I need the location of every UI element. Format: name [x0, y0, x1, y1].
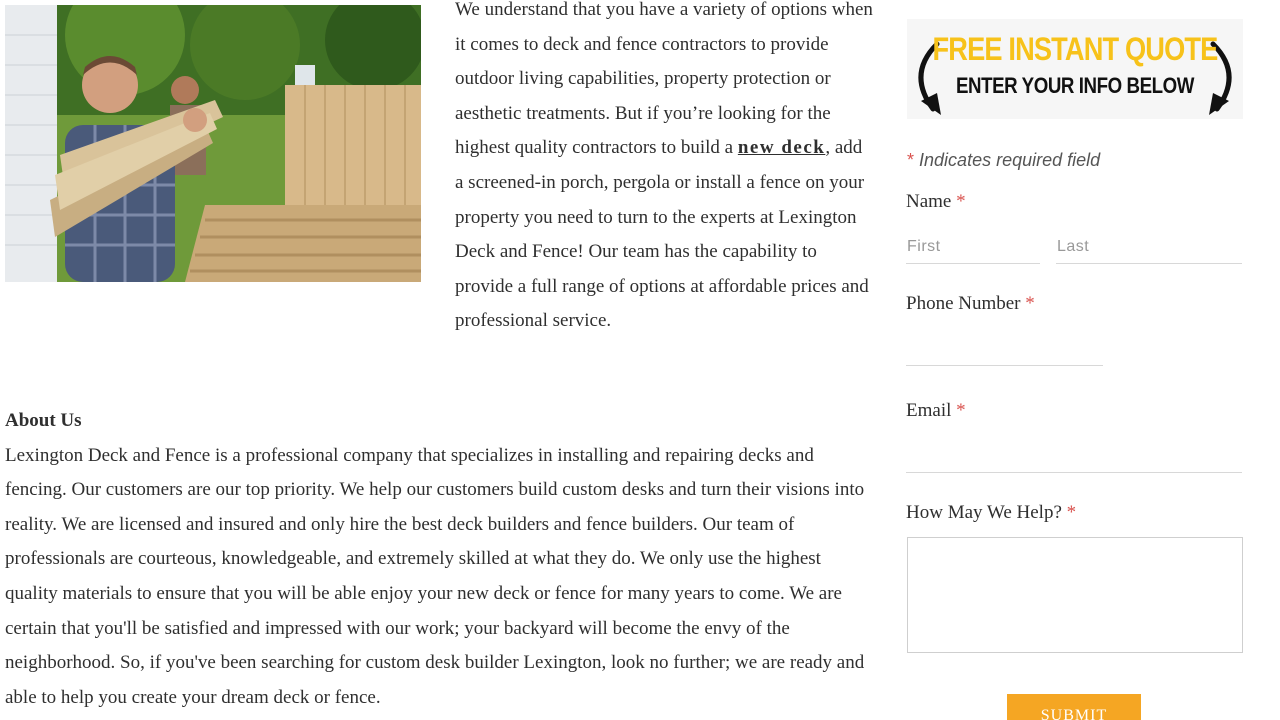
phone-label-text: Phone Number: [906, 293, 1021, 314]
required-star: *: [1025, 293, 1035, 314]
submit-button[interactable]: SUBMIT: [1007, 694, 1141, 720]
first-name-input[interactable]: [906, 231, 1040, 264]
name-label: Name *: [906, 191, 966, 213]
banner-subtitle: ENTER YOUR INFO BELOW: [956, 73, 1194, 98]
intro-text-before: We understand that you have a variety of…: [455, 0, 873, 159]
intro-text-after: , add a screened-in porch, pergola or in…: [455, 137, 869, 332]
email-label: Email *: [906, 400, 966, 422]
intro-paragraph: We understand that you have a variety of…: [455, 0, 875, 339]
about-body: Lexington Deck and Fence is a profession…: [5, 444, 865, 708]
new-deck-link[interactable]: new deck: [738, 137, 825, 158]
help-label-text: How May We Help?: [906, 502, 1062, 523]
email-input[interactable]: [906, 439, 1242, 473]
last-name-input[interactable]: [1056, 231, 1242, 264]
carpenters-photo-illustration: [5, 5, 421, 282]
banner-title: FREE INSTANT QUOTE: [932, 31, 1219, 67]
help-label: How May We Help? *: [906, 502, 1076, 524]
quote-banner: FREE INSTANT QUOTE ENTER YOUR INFO BELOW: [907, 19, 1243, 119]
email-label-text: Email: [906, 400, 952, 421]
phone-input[interactable]: [906, 332, 1103, 366]
help-textarea[interactable]: [907, 537, 1243, 653]
about-heading: About Us: [5, 410, 82, 431]
required-star: *: [956, 400, 966, 421]
required-star: *: [1066, 502, 1077, 523]
required-star: *: [907, 150, 915, 170]
required-note-text: Indicates required field: [919, 150, 1101, 170]
required-star: *: [956, 191, 966, 212]
about-section: About Us Lexington Deck and Fence is a p…: [5, 404, 875, 715]
required-note: * Indicates required field: [907, 150, 1100, 171]
quote-form: FREE INSTANT QUOTE ENTER YOUR INFO BELOW…: [905, 0, 1245, 720]
hero-photo: [5, 5, 421, 282]
name-label-text: Name: [906, 191, 952, 212]
phone-label: Phone Number *: [906, 293, 1035, 315]
